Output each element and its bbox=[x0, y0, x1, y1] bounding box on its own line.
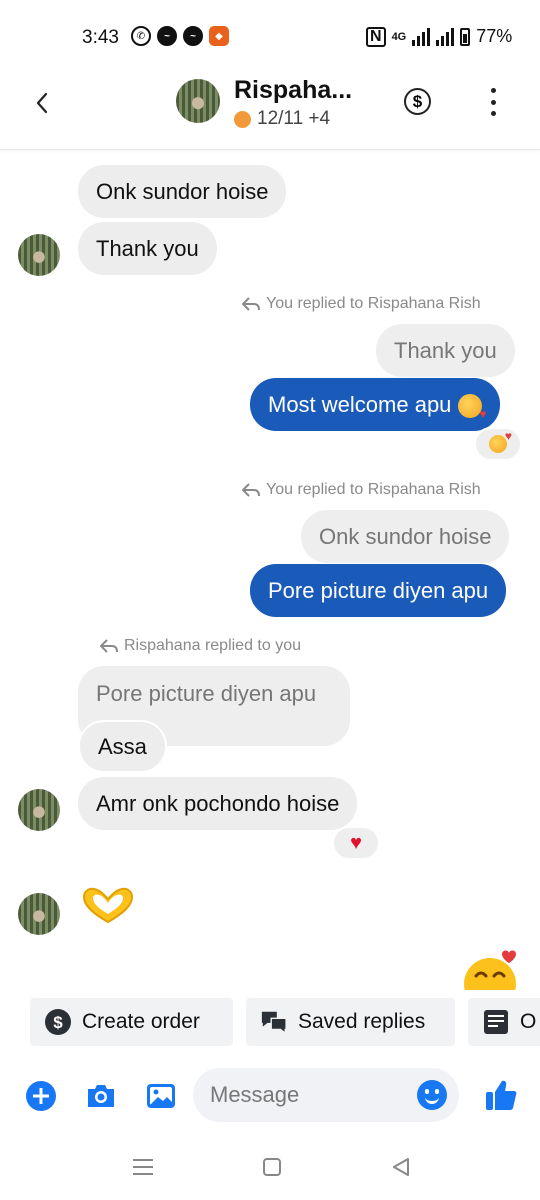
network-type: 4G bbox=[391, 30, 407, 43]
battery-percent: 77% bbox=[476, 26, 513, 46]
contact-subtitle: 12/11 +4 bbox=[234, 108, 330, 130]
outgoing-message-text: Most welcome apu bbox=[268, 392, 452, 417]
app-notification-icon: ◆ bbox=[209, 26, 229, 46]
message-reaction[interactable]: ♥ bbox=[332, 826, 380, 860]
heart-hands-emoji-icon[interactable] bbox=[80, 886, 136, 926]
whatsapp-icon: ✆ bbox=[131, 26, 151, 46]
quoted-message[interactable]: Thank you bbox=[376, 324, 515, 377]
incoming-message[interactable]: Assa bbox=[78, 720, 167, 773]
back-nav-icon[interactable] bbox=[392, 1158, 410, 1176]
smiling-hearts-emoji-icon bbox=[457, 388, 487, 441]
signal-icon bbox=[412, 27, 431, 46]
status-dot-icon bbox=[234, 110, 251, 128]
more-options-icon[interactable] bbox=[486, 88, 500, 116]
saved-replies-label: Saved replies bbox=[298, 1010, 426, 1033]
create-order-label: Create order bbox=[82, 1010, 200, 1033]
incoming-message[interactable]: Amr onk pochondo hoise bbox=[78, 777, 358, 830]
thumbs-up-icon[interactable] bbox=[484, 1078, 518, 1112]
quoted-message[interactable]: Onk sundor hoise bbox=[301, 510, 510, 563]
list-document-icon bbox=[482, 1008, 510, 1036]
payment-button[interactable]: $ bbox=[404, 88, 431, 115]
reply-indicator: You replied to Rispahana Rish bbox=[242, 295, 481, 313]
red-heart-icon: ♥ bbox=[350, 831, 362, 854]
dollar-circle-icon: $ bbox=[44, 1008, 72, 1036]
plus-icon[interactable] bbox=[25, 1080, 57, 1112]
orders-label: O bbox=[520, 1010, 537, 1033]
reply-indicator: You replied to Rispahana Rish bbox=[242, 481, 481, 499]
recent-apps-icon[interactable] bbox=[133, 1158, 153, 1176]
saved-replies-chip[interactable]: Saved replies bbox=[246, 998, 455, 1046]
quick-actions-bar: $ Create order Saved replies O bbox=[0, 998, 540, 1046]
status-bar: 3:43 ✆ ~ ~ ◆ N 4G 77% bbox=[0, 0, 540, 70]
chat-header: Rispaha... 12/11 +4 $ bbox=[0, 70, 540, 150]
signal-icon-2 bbox=[436, 27, 455, 46]
message-composer bbox=[0, 1066, 540, 1126]
sender-avatar[interactable] bbox=[18, 893, 60, 935]
contact-avatar[interactable] bbox=[176, 79, 220, 123]
back-arrow-icon[interactable] bbox=[28, 88, 58, 118]
messenger-icon: ~ bbox=[183, 26, 203, 46]
smiling-hearts-emoji-icon bbox=[489, 429, 512, 453]
reply-indicator-text: Rispahana replied to you bbox=[124, 637, 302, 654]
incoming-message[interactable]: Onk sundor hoise bbox=[78, 165, 287, 218]
nfc-icon: N bbox=[366, 26, 386, 47]
message-reaction[interactable] bbox=[474, 427, 522, 461]
svg-text:$: $ bbox=[53, 1013, 63, 1032]
reply-indicator-text: You replied to Rispahana Rish bbox=[266, 481, 481, 498]
chat-bubbles-icon bbox=[260, 1008, 288, 1036]
smiling-hearts-emoji-icon[interactable] bbox=[462, 950, 520, 990]
system-nav-bar bbox=[0, 1140, 540, 1200]
reply-indicator: Rispahana replied to you bbox=[100, 637, 301, 655]
emoji-picker-icon[interactable] bbox=[417, 1080, 447, 1110]
outgoing-message[interactable]: Most welcome apu bbox=[250, 378, 500, 441]
create-order-chip[interactable]: $ Create order bbox=[30, 998, 233, 1046]
image-gallery-icon[interactable] bbox=[145, 1080, 177, 1112]
reply-icon bbox=[242, 483, 260, 497]
contact-subtitle-text: 12/11 +4 bbox=[257, 108, 331, 129]
incoming-message[interactable]: Thank you bbox=[78, 222, 217, 275]
reply-icon bbox=[242, 297, 260, 311]
sender-avatar[interactable] bbox=[18, 234, 60, 276]
outgoing-message[interactable]: Pore picture diyen apu bbox=[250, 564, 507, 617]
camera-icon[interactable] bbox=[85, 1080, 117, 1112]
contact-name[interactable]: Rispaha... bbox=[234, 76, 364, 105]
sender-avatar[interactable] bbox=[18, 789, 60, 831]
status-right: N 4G 77% bbox=[366, 26, 512, 47]
reply-indicator-text: You replied to Rispahana Rish bbox=[266, 295, 481, 312]
notification-icons: ✆ ~ ~ ◆ bbox=[131, 26, 229, 46]
messenger-icon: ~ bbox=[157, 26, 177, 46]
orders-chip[interactable]: O bbox=[468, 998, 540, 1046]
reply-icon bbox=[100, 639, 118, 653]
battery-icon bbox=[460, 27, 471, 46]
status-time: 3:43 bbox=[82, 27, 119, 48]
home-icon[interactable] bbox=[263, 1158, 281, 1176]
